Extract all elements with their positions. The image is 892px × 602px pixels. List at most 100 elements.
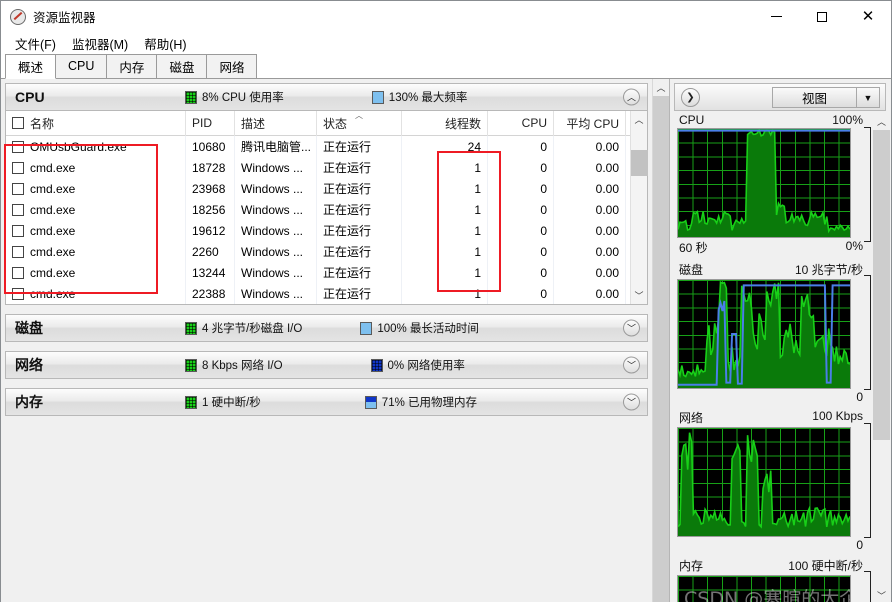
cell-state: 正在运行	[317, 241, 402, 262]
cpu-graph-footer-left: 60 秒	[679, 241, 708, 255]
column-header-threads[interactable]: 线程数	[402, 110, 488, 136]
scroll-up-icon[interactable]: ︿	[873, 113, 890, 130]
cell-cpu: 0	[488, 262, 554, 283]
row-checkbox[interactable]	[12, 161, 24, 174]
disk-graph-canvas[interactable]	[677, 279, 851, 389]
graph-sidebar-scrollbar[interactable]: ︿ ﹀	[873, 113, 890, 602]
process-scroll-track[interactable]	[630, 128, 648, 287]
tab-overview[interactable]: 概述	[5, 54, 57, 79]
row-checkbox[interactable]	[12, 182, 24, 195]
graph-sidebar-toolbar: ❯ 视图 ▼	[674, 83, 886, 111]
cell-average-cpu: 0.00	[554, 220, 626, 241]
table-row[interactable]: cmd.exe 19612 Windows ... 正在运行 1 0 0.00	[6, 220, 630, 241]
row-checkbox[interactable]	[12, 203, 24, 216]
network-graph-scale-max: 100 Kbps	[812, 409, 863, 423]
table-row[interactable]: cmd.exe 23968 Windows ... 正在运行 1 0 0.00	[6, 178, 630, 199]
select-all-checkbox[interactable]	[12, 117, 24, 129]
scroll-up-icon[interactable]: ︿	[631, 111, 648, 128]
graph-list: CPU 100% 60 秒 0% 磁盘 10 兆字节/秒 0 网络 100 Kbps 0 内存 100…	[670, 113, 873, 602]
cell-state: 正在运行	[317, 136, 402, 157]
tab-memory[interactable]: 内存	[106, 54, 158, 78]
memory-graph-canvas[interactable]: CSDN @寒暄的大企鹅	[677, 575, 851, 602]
scroll-down-icon[interactable]: ﹀	[873, 587, 890, 602]
tab-network[interactable]: 网络	[206, 54, 258, 78]
overview-pane-scrollbar[interactable]: ︿	[652, 79, 670, 602]
cell-cpu: 0	[488, 157, 554, 178]
process-list-scrollbar[interactable]: ︿ ﹀	[630, 111, 648, 304]
window-controls: ✕	[753, 1, 891, 32]
disk-graph-scale-max: 10 兆字节/秒	[794, 263, 863, 277]
tab-cpu[interactable]: CPU	[55, 54, 108, 78]
cell-average-cpu: 0.00	[554, 262, 626, 283]
cell-average-cpu: 0.00	[554, 241, 626, 262]
column-header-description[interactable]: 描述	[235, 110, 317, 136]
minimize-button[interactable]	[753, 1, 799, 32]
maximize-button[interactable]	[799, 1, 845, 32]
scroll-down-icon[interactable]: ﹀	[631, 287, 648, 304]
network-section-header[interactable]: 网络 8 Kbps 网络 I/O 0% 网络使用率 ﹀	[5, 351, 648, 379]
cell-threads: 24	[402, 136, 488, 157]
network-graph-canvas[interactable]	[677, 427, 851, 537]
cell-name: cmd.exe	[6, 199, 186, 220]
tab-strip: 概述 CPU 内存 磁盘 网络	[1, 54, 891, 79]
view-dropdown[interactable]: 视图 ▼	[772, 87, 880, 108]
menu-item-file[interactable]: 文件(F)	[7, 32, 64, 55]
network-legend-io-label: 8 Kbps 网络 I/O	[202, 360, 283, 372]
scroll-up-icon[interactable]: ︿	[652, 79, 670, 96]
cpu-graph-plot	[678, 129, 850, 237]
cell-average-cpu: 0.00	[554, 178, 626, 199]
dark-blue-swatch-icon	[370, 358, 383, 372]
cell-pid: 23968	[186, 178, 235, 199]
memory-section-header[interactable]: 内存 1 硬中断/秒 71% 已用物理内存 ﹀	[5, 388, 648, 416]
row-checkbox[interactable]	[12, 245, 24, 258]
expand-sidebar-chevron-icon[interactable]: ❯	[681, 87, 700, 107]
process-scroll-thumb[interactable]	[630, 150, 648, 176]
disk-section-header[interactable]: 磁盘 4 兆字节/秒磁盘 I/O 100% 最长活动时间 ﹀	[5, 314, 648, 342]
network-section-title: 网络	[15, 357, 43, 373]
cell-cpu: 0	[488, 199, 554, 220]
row-checkbox[interactable]	[12, 266, 24, 279]
table-row[interactable]: cmd.exe 13244 Windows ... 正在运行 1 0 0.00	[6, 262, 630, 283]
cpu-graph-canvas[interactable]	[677, 128, 851, 238]
cpu-section: CPU 8% CPU 使用率 130% 最大频率 ︿ 名称 PID 描述 ︿ 状…	[1, 83, 652, 305]
graph-scroll-thumb[interactable]	[873, 130, 890, 440]
cpu-legend-usage-label: 8% CPU 使用率	[202, 92, 284, 104]
table-row[interactable]: cmd.exe 18728 Windows ... 正在运行 1 0 0.00	[6, 157, 630, 178]
cell-threads: 1	[402, 283, 488, 304]
cell-description: 腾讯电脑管...	[235, 136, 317, 157]
menu-item-help[interactable]: 帮助(H)	[136, 32, 194, 55]
cpu-collapse-chevron-icon[interactable]: ︿	[623, 88, 640, 106]
table-row[interactable]: cmd.exe 18256 Windows ... 正在运行 1 0 0.00	[6, 199, 630, 220]
column-header-pid[interactable]: PID	[186, 110, 235, 136]
cell-cpu: 0	[488, 241, 554, 262]
network-graph-title: 网络	[679, 411, 704, 425]
green-swatch-icon	[185, 90, 197, 104]
cpu-graph-scale-max: 100%	[832, 113, 863, 127]
disk-section-title: 磁盘	[15, 320, 43, 336]
disk-graph-footer: 0	[677, 389, 873, 404]
disk-expand-chevron-icon[interactable]: ﹀	[623, 319, 640, 337]
menu-item-monitor[interactable]: 监视器(M)	[64, 32, 136, 55]
disk-legend-active: 100% 最长活动时间	[360, 320, 479, 336]
memory-expand-chevron-icon[interactable]: ﹀	[623, 393, 640, 411]
table-row[interactable]: cmd.exe 22388 Windows ... 正在运行 1 0 0.00	[6, 283, 630, 304]
row-checkbox[interactable]	[12, 287, 24, 300]
table-row[interactable]: cmd.exe 2260 Windows ... 正在运行 1 0 0.00	[6, 241, 630, 262]
table-row[interactable]: OMUsbGuard.exe 10680 腾讯电脑管... 正在运行 24 0 0.00	[6, 136, 630, 157]
overview-scroll-track[interactable]	[652, 96, 670, 602]
column-header-state[interactable]: ︿ 状态	[317, 110, 402, 136]
cell-description: Windows ...	[235, 178, 317, 199]
close-button[interactable]: ✕	[845, 1, 891, 32]
column-header-name[interactable]: 名称	[6, 110, 186, 136]
tab-disk[interactable]: 磁盘	[156, 54, 208, 78]
column-header-cpu[interactable]: CPU	[488, 110, 554, 136]
cell-pid: 19612	[186, 220, 235, 241]
row-checkbox[interactable]	[12, 140, 24, 153]
row-checkbox[interactable]	[12, 224, 24, 237]
cpu-section-header[interactable]: CPU 8% CPU 使用率 130% 最大频率 ︿	[5, 83, 648, 111]
column-header-average-cpu[interactable]: 平均 CPU	[554, 110, 626, 136]
network-expand-chevron-icon[interactable]: ﹀	[623, 356, 640, 374]
window-body: CPU 8% CPU 使用率 130% 最大频率 ︿ 名称 PID 描述 ︿ 状…	[1, 79, 891, 602]
graph-scroll-track[interactable]	[873, 130, 890, 587]
cell-description: Windows ...	[235, 283, 317, 304]
